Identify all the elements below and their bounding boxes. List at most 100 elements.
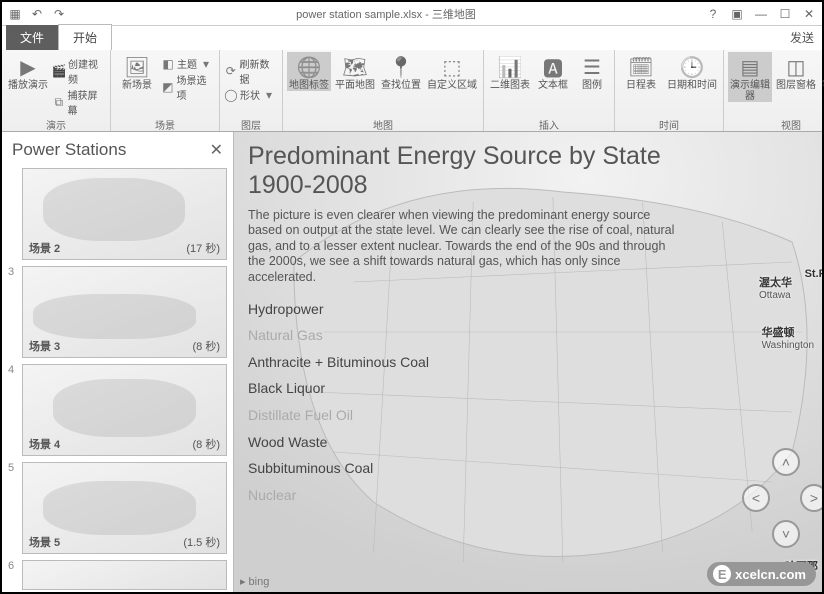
legend-item: Hydropower	[248, 296, 808, 323]
group-demo: ▶ 播放演示 🎬创建视频 ⧉捕获屏幕 演示	[2, 50, 111, 131]
refresh-data-button[interactable]: ⟳刷新数据	[224, 56, 278, 86]
chevron-down-icon: ▾	[262, 88, 276, 102]
close-icon[interactable]: ✕	[802, 7, 816, 21]
shape-icon: ◯	[224, 88, 238, 102]
schedule-button[interactable]: 🗓 日程表	[619, 52, 663, 91]
region-icon: ⬚	[439, 54, 465, 80]
capture-screen-button[interactable]: ⧉捕获屏幕	[52, 87, 106, 117]
chevron-up-icon: ˄	[782, 454, 790, 470]
scene-item[interactable]: 4 场景 4 (8 秒)	[8, 364, 227, 456]
find-location-icon: 📍	[388, 54, 414, 80]
clock-icon: 🕒	[679, 54, 705, 80]
undo-icon[interactable]: ↶	[30, 7, 44, 21]
chevron-right-icon: ˃	[810, 490, 818, 506]
text-overlay: Predominant Energy Source by State 1900-…	[234, 132, 822, 592]
theme-button[interactable]: ◧主题▾	[161, 56, 213, 71]
find-location-button[interactable]: 📍 查找位置	[379, 52, 423, 91]
map-attribution: ▸ bing	[240, 575, 269, 588]
screenshot-icon: ⧉	[52, 95, 65, 109]
legend-list: Hydropower Natural Gas Anthracite + Bitu…	[248, 296, 808, 509]
legend-icon: ☰	[579, 54, 605, 80]
refresh-icon: ⟳	[224, 64, 237, 78]
ribbon-options-icon[interactable]: ▣	[730, 7, 744, 21]
map-label-button[interactable]: 🌐 地图标签	[287, 52, 331, 91]
custom-region-button[interactable]: ⬚ 自定义区域	[425, 52, 479, 91]
scene-item[interactable]: 6	[8, 560, 227, 590]
legend-item: Subbituminous Coal	[248, 455, 808, 482]
nav-up-button[interactable]: ˄	[772, 448, 800, 476]
flat-map-icon: 🗺	[342, 54, 368, 80]
calendar-icon: 🗓	[628, 54, 654, 80]
app-icon: ▦	[8, 7, 22, 21]
textbox-icon: 🅰	[540, 54, 566, 80]
scene-item[interactable]: 5 场景 5 (1.5 秒)	[8, 462, 227, 554]
tab-file[interactable]: 文件	[6, 25, 58, 50]
ribbon: ▶ 播放演示 🎬创建视频 ⧉捕获屏幕 演示 🖼 新场景 ◧主题▾ ◩场景选项 场…	[2, 50, 822, 132]
create-video-button[interactable]: 🎬创建视频	[52, 56, 106, 86]
sidebar-title: Power Stations	[12, 140, 126, 160]
map-label-ottawa: 渥太华 Ottawa	[759, 274, 792, 301]
tab-start[interactable]: 开始	[58, 24, 112, 50]
legend-item: Distillate Fuel Oil	[248, 402, 808, 429]
nav-down-button[interactable]: ˅	[772, 520, 800, 548]
play-demo-button[interactable]: ▶ 播放演示	[6, 52, 50, 91]
chevron-down-icon: ˅	[782, 526, 790, 542]
maximize-icon[interactable]: ☐	[778, 7, 792, 21]
pane-icon: ◫	[783, 54, 809, 80]
group-scene: 🖼 新场景 ◧主题▾ ◩场景选项 场景	[111, 50, 220, 131]
overlay-paragraph: The picture is even clearer when viewing…	[248, 208, 678, 286]
shape-button[interactable]: ◯形状▾	[224, 87, 276, 102]
group-map: 🌐 地图标签 🗺 平面地图 📍 查找位置 ⬚ 自定义区域 地图	[283, 50, 484, 131]
group-time: 🗓 日程表 🕒 日期和时间 时间	[615, 50, 724, 131]
layer-small-buttons: ⟳刷新数据 ◯形状▾	[224, 52, 278, 102]
play-icon: ▶	[15, 54, 41, 80]
scene-item[interactable]: 场景 2 (17 秒)	[8, 168, 227, 260]
field-list-button[interactable]: ≣ 字段列表	[820, 52, 824, 102]
group-insert: 📊 二维图表 🅰 文本框 ☰ 图例 插入	[484, 50, 615, 131]
chart2d-button[interactable]: 📊 二维图表	[488, 52, 532, 91]
layer-pane-button[interactable]: ◫ 图层窗格	[774, 52, 818, 91]
demo-editor-button[interactable]: ▤ 演示编辑器	[728, 52, 772, 102]
redo-icon[interactable]: ↷	[52, 7, 66, 21]
map-label-washington: 华盛顿 Washington	[762, 324, 814, 351]
legend-item: Black Liquor	[248, 375, 808, 402]
textbox-button[interactable]: 🅰 文本框	[534, 52, 572, 91]
nav-left-button[interactable]: ˂	[742, 484, 770, 512]
map-label-stp: St.P	[805, 268, 822, 280]
help-icon[interactable]: ?	[706, 7, 720, 21]
legend-item: Wood Waste	[248, 429, 808, 456]
legend-item: Anthracite + Bituminous Coal	[248, 349, 808, 376]
scene-small-buttons: ◧主题▾ ◩场景选项	[161, 52, 215, 102]
chart-icon: 📊	[497, 54, 523, 80]
demo-small-buttons: 🎬创建视频 ⧉捕获屏幕	[52, 52, 106, 117]
video-icon: 🎬	[52, 64, 66, 78]
minimize-icon[interactable]: —	[754, 7, 768, 21]
legend-item: Nuclear	[248, 482, 808, 509]
title-bar: ▦ ↶ ↷ power station sample.xlsx - 三维地图 ?…	[2, 2, 822, 26]
flat-map-button[interactable]: 🗺 平面地图	[333, 52, 377, 91]
options-icon: ◩	[161, 80, 174, 94]
window-title: power station sample.xlsx - 三维地图	[66, 6, 706, 22]
send-feedback[interactable]: 发送	[782, 25, 822, 50]
legend-button[interactable]: ☰ 图例	[574, 52, 610, 91]
new-scene-button[interactable]: 🖼 新场景	[115, 52, 159, 91]
scene-list[interactable]: 场景 2 (17 秒) 3 场景 3 (8 秒) 4 场景 4 (8 秒) 5	[2, 168, 233, 592]
content: Power Stations ✕ 场景 2 (17 秒) 3 场景 3 (8 秒…	[2, 132, 822, 592]
map-view[interactable]: Predominant Energy Source by State 1900-…	[234, 132, 822, 592]
editor-icon: ▤	[737, 54, 763, 80]
group-layer: ⟳刷新数据 ◯形状▾ 图层	[220, 50, 283, 131]
ribbon-tabs: 文件 开始 发送	[2, 26, 822, 50]
globe-label-icon: 🌐	[296, 54, 322, 80]
watermark: E xcelcn.com	[707, 562, 816, 586]
nav-right-button[interactable]: ˃	[800, 484, 822, 512]
watermark-icon: E	[713, 565, 731, 583]
legend-item: Natural Gas	[248, 322, 808, 349]
chevron-down-icon: ▾	[199, 57, 213, 71]
datetime-button[interactable]: 🕒 日期和时间	[665, 52, 719, 91]
sidebar-close-icon[interactable]: ✕	[210, 140, 223, 160]
chevron-left-icon: ˂	[752, 490, 760, 506]
overlay-title: Predominant Energy Source by State 1900-…	[248, 142, 808, 200]
scene-options-button[interactable]: ◩场景选项	[161, 72, 215, 102]
theme-icon: ◧	[161, 57, 175, 71]
scene-item[interactable]: 3 场景 3 (8 秒)	[8, 266, 227, 358]
